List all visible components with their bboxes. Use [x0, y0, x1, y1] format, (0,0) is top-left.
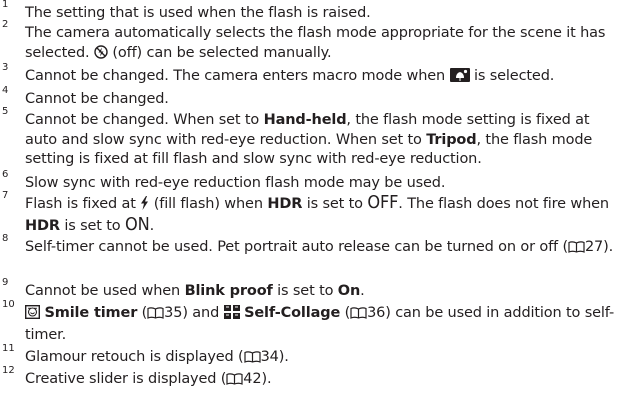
flash-off-icon — [94, 44, 108, 66]
footnote-number: 6 — [2, 169, 9, 180]
book-reference-icon — [226, 372, 243, 392]
book-reference-icon — [147, 306, 164, 326]
footnote-text: Self-timer cannot be used. Pet portrait … — [25, 238, 623, 260]
footnote-text: Cannot be changed. When set to Hand-held… — [25, 112, 593, 167]
scene-close-up-icon — [449, 68, 470, 89]
footnote-number: 7 — [2, 190, 9, 201]
footnote-number: 11 — [2, 343, 15, 354]
footnote-text: The setting that is used when the flash … — [25, 5, 371, 21]
footnote-number: 5 — [2, 106, 9, 117]
smile-timer-icon — [24, 304, 41, 326]
footnotes: 1 The setting that is used when the flas… — [0, 0, 631, 404]
footnote-text: Glamour retouch is displayed (34). — [25, 348, 623, 370]
footnote-text: Creative slider is displayed (42). — [25, 370, 623, 392]
footnote-text: Smile timer (35) and Self-Collage (36) c… — [24, 304, 615, 343]
footnote-text: Slow sync with red-eye reduction flash m… — [25, 175, 446, 191]
footnote-text: Cannot be changed. The camera enters mac… — [25, 67, 623, 89]
book-reference-icon — [243, 350, 261, 370]
footnote-number: 10 — [2, 299, 15, 310]
footnote-number: 1 — [2, 0, 9, 10]
footnote-number: 2 — [2, 19, 9, 30]
footnote-text: The camera automatically selects the fla… — [25, 24, 623, 65]
footnote-text: Flash is fixed at (fill flash) when HDR … — [25, 192, 609, 235]
book-reference-icon — [350, 306, 367, 326]
footnote-number: 8 — [2, 233, 9, 244]
footnote-number: 4 — [2, 85, 9, 96]
book-reference-icon — [568, 240, 585, 260]
footnote-number: 9 — [2, 277, 9, 288]
footnote-number: 3 — [2, 62, 9, 73]
footnote-text: Cannot be used when Blink proof is set t… — [25, 283, 365, 299]
footnote-number: 12 — [2, 365, 15, 376]
footnote-text: Cannot be changed. — [25, 91, 169, 107]
self-collage-icon — [223, 305, 240, 326]
